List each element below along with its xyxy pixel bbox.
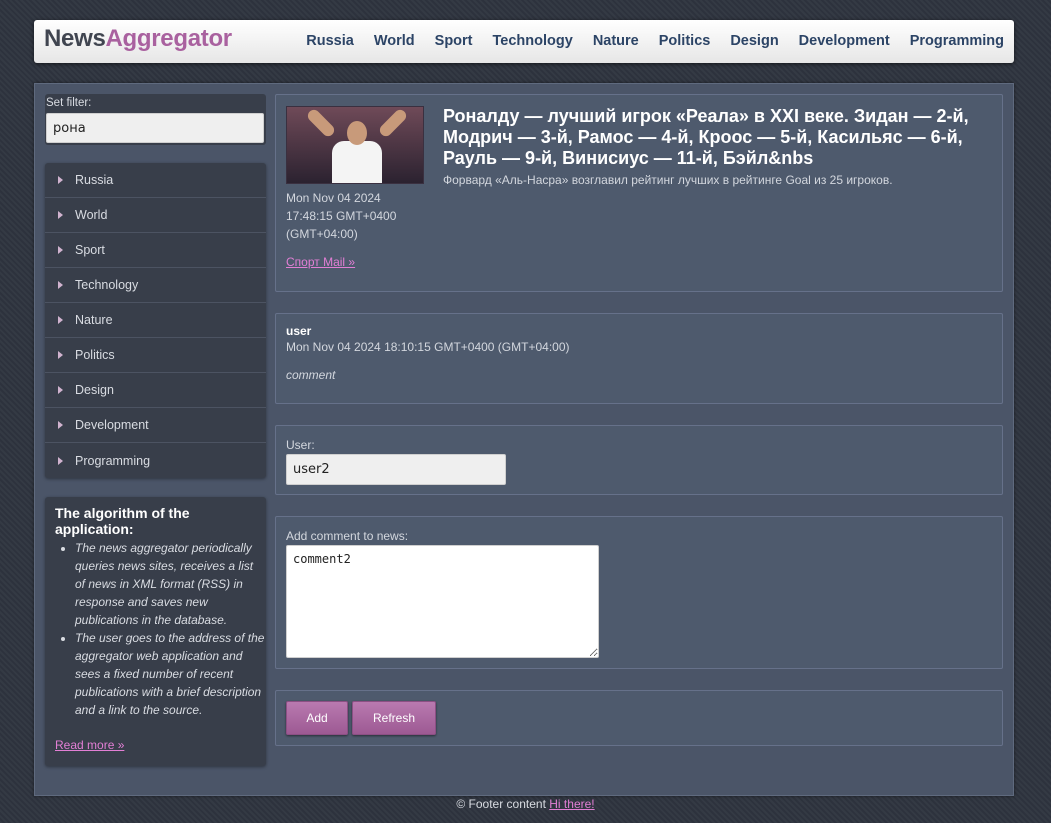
comment-date: Mon Nov 04 2024 18:10:15 GMT+0400 (GMT+0… bbox=[286, 340, 570, 354]
top-nav-russia[interactable]: Russia bbox=[306, 33, 354, 49]
sidebar-item-nature[interactable]: Nature bbox=[45, 303, 266, 338]
sidebar-item-label: Russia bbox=[75, 173, 114, 187]
sidebar-item-programming[interactable]: Programming bbox=[45, 443, 266, 478]
news-image bbox=[286, 106, 424, 184]
top-nav-sport[interactable]: Sport bbox=[435, 33, 473, 49]
sidebar-item-label: World bbox=[75, 208, 108, 222]
sidebar-item-development[interactable]: Development bbox=[45, 408, 266, 443]
site-logo[interactable]: NewsAggregator bbox=[44, 25, 232, 53]
algorithm-point: The user goes to the address of the aggr… bbox=[75, 629, 266, 719]
comment-field-label: Add comment to news: bbox=[286, 529, 409, 543]
top-nav-design[interactable]: Design bbox=[730, 33, 778, 49]
sidebar-item-label: Development bbox=[75, 418, 149, 432]
comment-user: user bbox=[286, 324, 312, 338]
news-description: Форвард «Аль-Насра» возглавил рейтинг лу… bbox=[443, 173, 893, 187]
refresh-button[interactable]: Refresh bbox=[352, 701, 436, 735]
logo-aggregator: Aggregator bbox=[105, 25, 233, 52]
algorithm-title: The algorithm of the application: bbox=[55, 505, 190, 537]
arrow-right-icon bbox=[58, 316, 63, 324]
algorithm-box: The algorithm of the application: The ne… bbox=[45, 497, 266, 766]
filter-input[interactable] bbox=[46, 113, 264, 143]
algorithm-list: The news aggregator periodically queries… bbox=[55, 539, 266, 719]
filter-label: Set filter: bbox=[46, 97, 92, 109]
top-nav-world[interactable]: World bbox=[374, 33, 415, 49]
comment-field-panel: Add comment to news: comment2 bbox=[275, 516, 1003, 669]
user-label: User: bbox=[286, 438, 315, 452]
sidebar-item-russia[interactable]: Russia bbox=[45, 163, 266, 198]
news-title: Роналду — лучший игрок «Реала» в XXI век… bbox=[443, 106, 969, 168]
arrow-right-icon bbox=[58, 246, 63, 254]
sidebar-item-politics[interactable]: Politics bbox=[45, 338, 266, 373]
top-nav-nature[interactable]: Nature bbox=[593, 33, 639, 49]
sidebar-item-world[interactable]: World bbox=[45, 198, 266, 233]
algorithm-point: The news aggregator periodically queries… bbox=[75, 539, 266, 629]
news-date: Mon Nov 04 2024 17:48:15 GMT+0400 (GMT+0… bbox=[286, 191, 397, 241]
sidebar-item-technology[interactable]: Technology bbox=[45, 268, 266, 303]
arrow-right-icon bbox=[58, 351, 63, 359]
footer: © Footer content Hi there! bbox=[0, 797, 1051, 811]
read-more-link[interactable]: Read more » bbox=[55, 738, 124, 752]
site-header: NewsAggregator Russia World Sport Techno… bbox=[34, 20, 1014, 63]
footer-link[interactable]: Hi there! bbox=[549, 797, 594, 811]
sidebar-nav: Russia World Sport Technology Nature Pol… bbox=[45, 163, 266, 478]
sidebar-item-sport[interactable]: Sport bbox=[45, 233, 266, 268]
add-button[interactable]: Add bbox=[286, 701, 348, 735]
user-input[interactable] bbox=[286, 454, 506, 485]
sidebar-item-design[interactable]: Design bbox=[45, 373, 266, 408]
news-item: Mon Nov 04 2024 17:48:15 GMT+0400 (GMT+0… bbox=[275, 94, 1003, 292]
comment-text: comment bbox=[286, 368, 336, 382]
comment-item: user Mon Nov 04 2024 18:10:15 GMT+0400 (… bbox=[275, 313, 1003, 404]
top-nav-politics[interactable]: Politics bbox=[659, 33, 711, 49]
arrow-right-icon bbox=[58, 211, 63, 219]
button-panel: Add Refresh bbox=[275, 690, 1003, 746]
logo-news: News bbox=[44, 25, 106, 52]
top-nav-development[interactable]: Development bbox=[799, 33, 890, 49]
arrow-right-icon bbox=[58, 386, 63, 394]
top-nav: Russia World Sport Technology Nature Pol… bbox=[306, 33, 1014, 49]
arrow-right-icon bbox=[58, 421, 63, 429]
arrow-right-icon bbox=[58, 281, 63, 289]
sidebar-item-label: Politics bbox=[75, 348, 115, 362]
sidebar-item-label: Sport bbox=[75, 243, 105, 257]
footer-text: © Footer content bbox=[456, 797, 546, 811]
main-container: Set filter: Russia World Sport Technolog… bbox=[34, 83, 1014, 796]
sidebar-item-label: Design bbox=[75, 383, 114, 397]
arrow-right-icon bbox=[58, 456, 63, 465]
sidebar-item-label: Technology bbox=[75, 278, 139, 292]
top-nav-technology[interactable]: Technology bbox=[493, 33, 573, 49]
filter-box: Set filter: bbox=[45, 94, 266, 145]
sidebar-item-label: Programming bbox=[75, 453, 151, 468]
news-source-link[interactable]: Спорт Mail » bbox=[286, 255, 355, 269]
comment-textarea[interactable]: comment2 bbox=[286, 545, 599, 658]
sidebar-item-label: Nature bbox=[75, 313, 113, 327]
user-field-panel: User: bbox=[275, 425, 1003, 495]
arrow-right-icon bbox=[58, 176, 63, 184]
top-nav-programming[interactable]: Programming bbox=[910, 33, 1004, 49]
